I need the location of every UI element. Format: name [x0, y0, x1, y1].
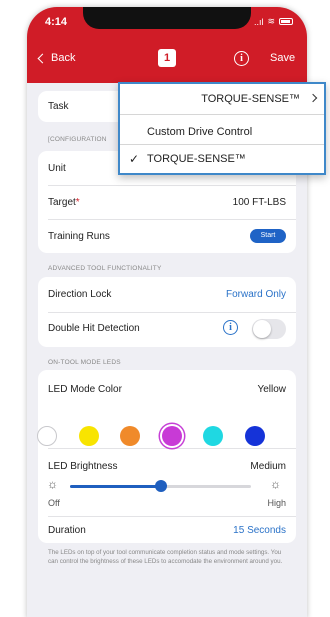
- task-dropdown[interactable]: TORQUE-SENSE™ Custom Drive Control ✓ TOR…: [118, 82, 326, 175]
- device-notch: [83, 7, 251, 29]
- direction-lock-value: Forward Only: [225, 289, 286, 300]
- chevron-right-icon: [308, 93, 318, 103]
- training-runs-label: Training Runs: [48, 231, 110, 242]
- divider: [48, 185, 296, 186]
- led-brightness-value: Medium: [250, 461, 286, 472]
- led-footnote: The LEDs on top of your tool communicate…: [48, 549, 283, 565]
- wifi-icon: ≋: [267, 16, 275, 26]
- slider-thumb[interactable]: [154, 480, 167, 492]
- led-color-label: LED Mode Color: [48, 384, 122, 395]
- info-icon[interactable]: i: [234, 51, 249, 66]
- divider: [48, 448, 296, 449]
- unit-label: Unit: [48, 163, 66, 174]
- slider-min-label: Off: [48, 498, 60, 508]
- swatch-blue[interactable]: [244, 426, 265, 446]
- direction-lock-row[interactable]: Direction Lock Forward Only: [48, 289, 286, 300]
- swatch-yellow[interactable]: [78, 426, 99, 446]
- double-hit-row: Double Hit Detection i: [48, 319, 286, 339]
- advanced-section-title: ADVANCED TOOL FUNCTIONALITY: [48, 265, 162, 272]
- divider: [120, 144, 324, 145]
- divider: [48, 516, 296, 517]
- target-row[interactable]: Target* 100 FT-LBS: [48, 197, 286, 208]
- advanced-card: Direction Lock Forward Only Double Hit D…: [38, 277, 296, 347]
- status-time: 4:14: [45, 16, 68, 28]
- target-label: Target: [48, 197, 76, 208]
- dropdown-option-label: TORQUE-SENSE™: [147, 153, 246, 165]
- start-button[interactable]: Start: [250, 229, 286, 243]
- duration-label: Duration: [48, 525, 86, 536]
- led-color-row: LED Mode Color Yellow: [48, 384, 286, 395]
- checkmark-icon: ✓: [129, 152, 140, 166]
- led-color-swatches: [37, 426, 265, 446]
- sun-high-icon: ☼: [270, 477, 281, 491]
- dropdown-current-row[interactable]: TORQUE-SENSE™: [120, 84, 324, 114]
- dropdown-current-value: TORQUE-SENSE™: [201, 93, 300, 105]
- info-icon[interactable]: i: [223, 320, 238, 335]
- led-brightness-row: LED Brightness Medium: [48, 461, 286, 472]
- chevron-left-icon: [37, 53, 48, 63]
- slider-fill: [70, 485, 161, 488]
- required-marker: *: [75, 197, 80, 208]
- tool-number-badge: 1: [158, 49, 176, 67]
- divider: [48, 219, 296, 220]
- dropdown-option[interactable]: ✓ TORQUE-SENSE™: [120, 146, 324, 176]
- double-hit-label: Double Hit Detection: [48, 323, 140, 334]
- direction-lock-label: Direction Lock: [48, 289, 112, 300]
- divider: [120, 114, 324, 115]
- swatch-white[interactable]: [37, 426, 57, 446]
- swatch-purple[interactable]: [161, 426, 182, 446]
- double-hit-toggle[interactable]: [252, 319, 286, 339]
- duration-row[interactable]: Duration 15 Seconds: [48, 525, 286, 536]
- training-runs-row: Training Runs Start: [48, 229, 286, 243]
- divider: [48, 312, 296, 313]
- back-label: Back: [51, 52, 76, 64]
- leds-section-title: ON-TOOL MODE LEDS: [48, 359, 121, 366]
- slider-max-label: High: [267, 498, 286, 508]
- sun-low-icon: ☼: [47, 477, 58, 491]
- dropdown-option-label: Custom Drive Control: [147, 126, 253, 138]
- signal-icon: ..ıl: [253, 16, 264, 27]
- led-color-value: Yellow: [257, 384, 286, 395]
- status-icons: ..ıl ≋: [254, 16, 293, 27]
- slider-range-labels: Off High: [48, 498, 286, 508]
- duration-value: 15 Seconds: [233, 525, 286, 536]
- back-button[interactable]: Back: [37, 52, 76, 64]
- configuration-section-title: [CONFIGURATION: [48, 136, 107, 143]
- swatch-cyan[interactable]: [203, 426, 223, 446]
- save-button[interactable]: Save: [270, 52, 295, 64]
- led-card: LED Mode Color Yellow LED Brightness Med…: [38, 370, 296, 543]
- target-value: 100 FT-LBS: [232, 197, 286, 208]
- brightness-slider[interactable]: [70, 480, 251, 492]
- swatch-orange[interactable]: [120, 426, 140, 446]
- led-brightness-label: LED Brightness: [48, 461, 118, 472]
- battery-icon: [279, 18, 293, 25]
